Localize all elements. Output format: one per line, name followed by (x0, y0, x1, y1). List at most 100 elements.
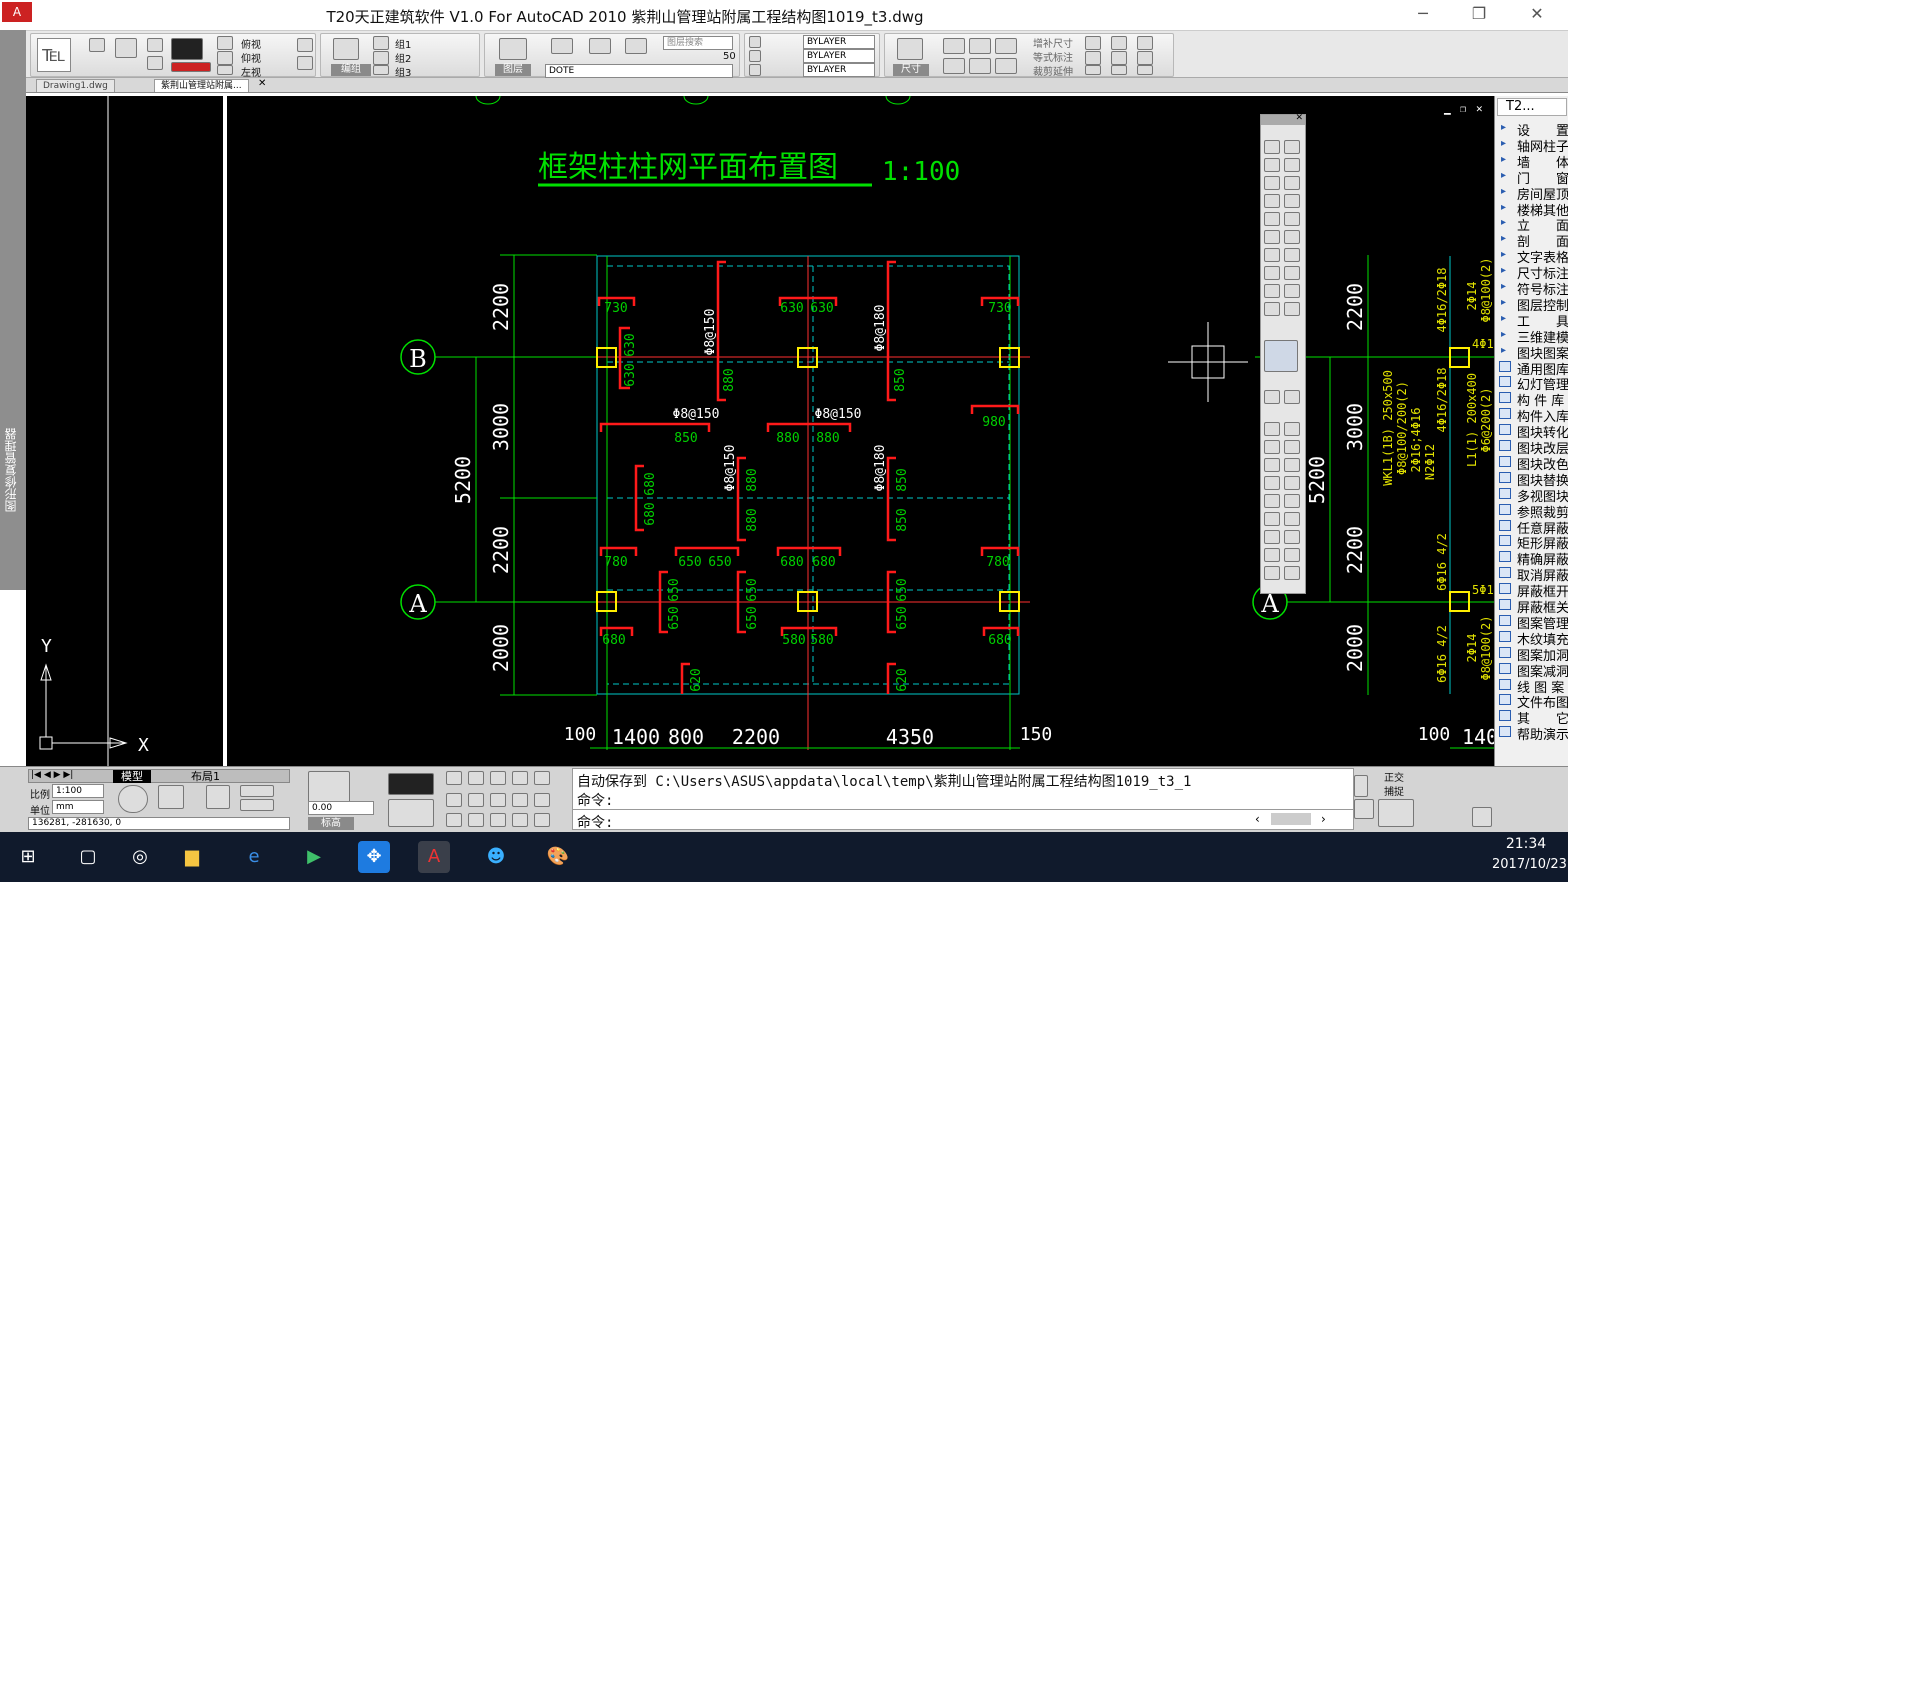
print-icon[interactable] (158, 785, 184, 809)
dim-tool-6-icon[interactable] (995, 58, 1017, 74)
tab-active-drawing[interactable]: 紫荆山管理站附属... (154, 79, 249, 92)
view-top-item[interactable]: 俯视 (241, 36, 261, 51)
text-style-icon[interactable] (1284, 548, 1300, 562)
dim-tool-13-icon[interactable] (1137, 36, 1153, 50)
osnap-grid-icon[interactable] (1378, 799, 1414, 827)
dim-equal-item[interactable]: 等式标注 (1033, 49, 1073, 64)
tool-icon[interactable] (1264, 440, 1280, 454)
dim-tool-9-icon[interactable] (1085, 65, 1101, 75)
layer-tool-2-icon[interactable] (589, 38, 611, 54)
elevation-input[interactable]: 0.00 (308, 801, 374, 815)
tool-icon[interactable] (1284, 230, 1300, 244)
dim-tool-11-icon[interactable] (1111, 51, 1127, 65)
ab-icon[interactable] (240, 799, 274, 811)
eye-icon[interactable] (297, 38, 313, 52)
clipboard-icon[interactable] (1472, 807, 1492, 827)
tool-icon[interactable] (1264, 512, 1280, 526)
dim-tool-1-icon[interactable] (943, 38, 965, 54)
settings-icon[interactable] (1354, 799, 1374, 819)
xy-icon[interactable] (240, 785, 274, 797)
tray-chevron-icon[interactable]: ^ (1302, 1678, 1315, 1696)
tool-icon[interactable] (1284, 266, 1300, 280)
layer-search-input[interactable]: 图层搜索 (663, 36, 733, 50)
layer-color-icon[interactable] (1264, 340, 1298, 372)
command-input-row[interactable]: 命令: ‹ › (573, 809, 1353, 831)
snap-tool-icon[interactable] (490, 813, 506, 827)
clock-time[interactable]: 21:34 (1496, 836, 1556, 852)
cut-icon[interactable] (147, 38, 163, 52)
tool-icon[interactable] (1264, 476, 1280, 490)
table-icon[interactable] (1284, 566, 1300, 580)
height-tool-icon[interactable] (308, 771, 350, 805)
tool-icon[interactable] (1264, 230, 1280, 244)
tool-icon[interactable] (1284, 440, 1300, 454)
minimize-button[interactable]: ─ (1400, 2, 1446, 26)
tool-icon[interactable] (1264, 494, 1280, 508)
palette-item[interactable]: 帮助演示 (1517, 724, 1568, 743)
tool-icon[interactable] (1264, 194, 1280, 208)
snap-tool-icon[interactable] (446, 793, 462, 807)
volume-icon[interactable]: ◁ (1390, 1678, 1402, 1696)
snap-tool-icon[interactable] (512, 813, 528, 827)
layer-dropdown[interactable]: DOTE (545, 64, 733, 78)
snap-tool-icon[interactable] (534, 771, 550, 785)
qq-icon[interactable]: ☻ (480, 841, 512, 873)
stamp-icon[interactable] (115, 38, 137, 58)
tool-icon[interactable] (1264, 266, 1280, 280)
mtext-icon[interactable] (1264, 566, 1280, 580)
player-icon[interactable]: ▶ (298, 841, 330, 873)
close-button[interactable]: ✕ (1514, 2, 1560, 26)
dim-tool-5-icon[interactable] (969, 58, 991, 74)
tab-model[interactable]: 模型 (113, 770, 151, 783)
snap-tool-icon[interactable] (468, 813, 484, 827)
browser-icon[interactable]: ◎ (124, 841, 156, 873)
command-scrollbar[interactable] (1271, 813, 1311, 825)
dim-tool-4-icon[interactable] (943, 58, 965, 74)
autocad-taskbar-icon[interactable]: A (418, 841, 450, 873)
paint-icon[interactable]: 🎨 (542, 841, 574, 873)
red-marker-icon[interactable] (89, 38, 105, 52)
task-view-icon[interactable]: ▢ (72, 841, 104, 873)
dim-tool-14-icon[interactable] (1137, 51, 1153, 65)
snap-tool-icon[interactable] (446, 813, 462, 827)
battery-icon[interactable]: ▭ (1330, 1678, 1344, 1696)
view-bottom-item[interactable]: 仰视 (241, 50, 261, 65)
toolbar-titlebar[interactable]: ✕ (1261, 113, 1305, 125)
edge-icon[interactable]: e (238, 841, 270, 873)
maximize-button[interactable]: ❐ (1456, 2, 1502, 26)
tool-icon[interactable] (1264, 302, 1280, 316)
monitor-icon[interactable] (388, 773, 434, 795)
layer-tool-3-icon[interactable] (625, 38, 647, 54)
tool-icon[interactable] (1284, 512, 1300, 526)
tool-icon[interactable] (1264, 248, 1280, 262)
color-dropdown[interactable]: BYLAYER (803, 35, 875, 49)
tool-icon[interactable] (1284, 494, 1300, 508)
snap-tool-icon[interactable] (512, 793, 528, 807)
tool-icon[interactable] (1284, 194, 1300, 208)
tool-icon[interactable] (1284, 390, 1300, 404)
copy-icon[interactable] (147, 56, 163, 70)
dim-add-item[interactable]: 增补尺寸 (1033, 35, 1073, 50)
wifi-icon[interactable]: ◠ (1362, 1678, 1375, 1696)
tab-drawing1[interactable]: Drawing1.dwg (36, 79, 115, 92)
windows-start-icon[interactable]: ⊞ (12, 841, 44, 873)
dim-tool-8-icon[interactable] (1085, 51, 1101, 65)
pinned-app-icon[interactable]: ✥ (358, 841, 390, 873)
group-item-3[interactable]: 组3 (395, 64, 411, 79)
tool-icon[interactable] (1264, 390, 1280, 404)
group-add-icon[interactable] (373, 36, 389, 50)
scroll-left-icon[interactable]: ‹ (1255, 812, 1260, 826)
clock-date[interactable]: 2017/10/23 (1492, 857, 1567, 872)
layer-tool-1-icon[interactable] (551, 38, 573, 54)
dim-tool-15-icon[interactable] (1137, 65, 1153, 75)
tool-icon[interactable] (1284, 284, 1300, 298)
unit-dropdown[interactable]: mm (52, 800, 104, 814)
tool-icon[interactable] (1284, 158, 1300, 172)
text-tool-icon[interactable] (1264, 548, 1280, 562)
prop-2-icon[interactable] (749, 50, 761, 62)
tab-nav-arrows-icon[interactable]: |◀ ◀ ▶ ▶| (31, 770, 73, 780)
tool-icon[interactable] (1264, 284, 1280, 298)
snap-tool-icon[interactable] (490, 793, 506, 807)
prop-3-icon[interactable] (749, 64, 761, 76)
snap-tool-icon[interactable] (490, 771, 506, 785)
